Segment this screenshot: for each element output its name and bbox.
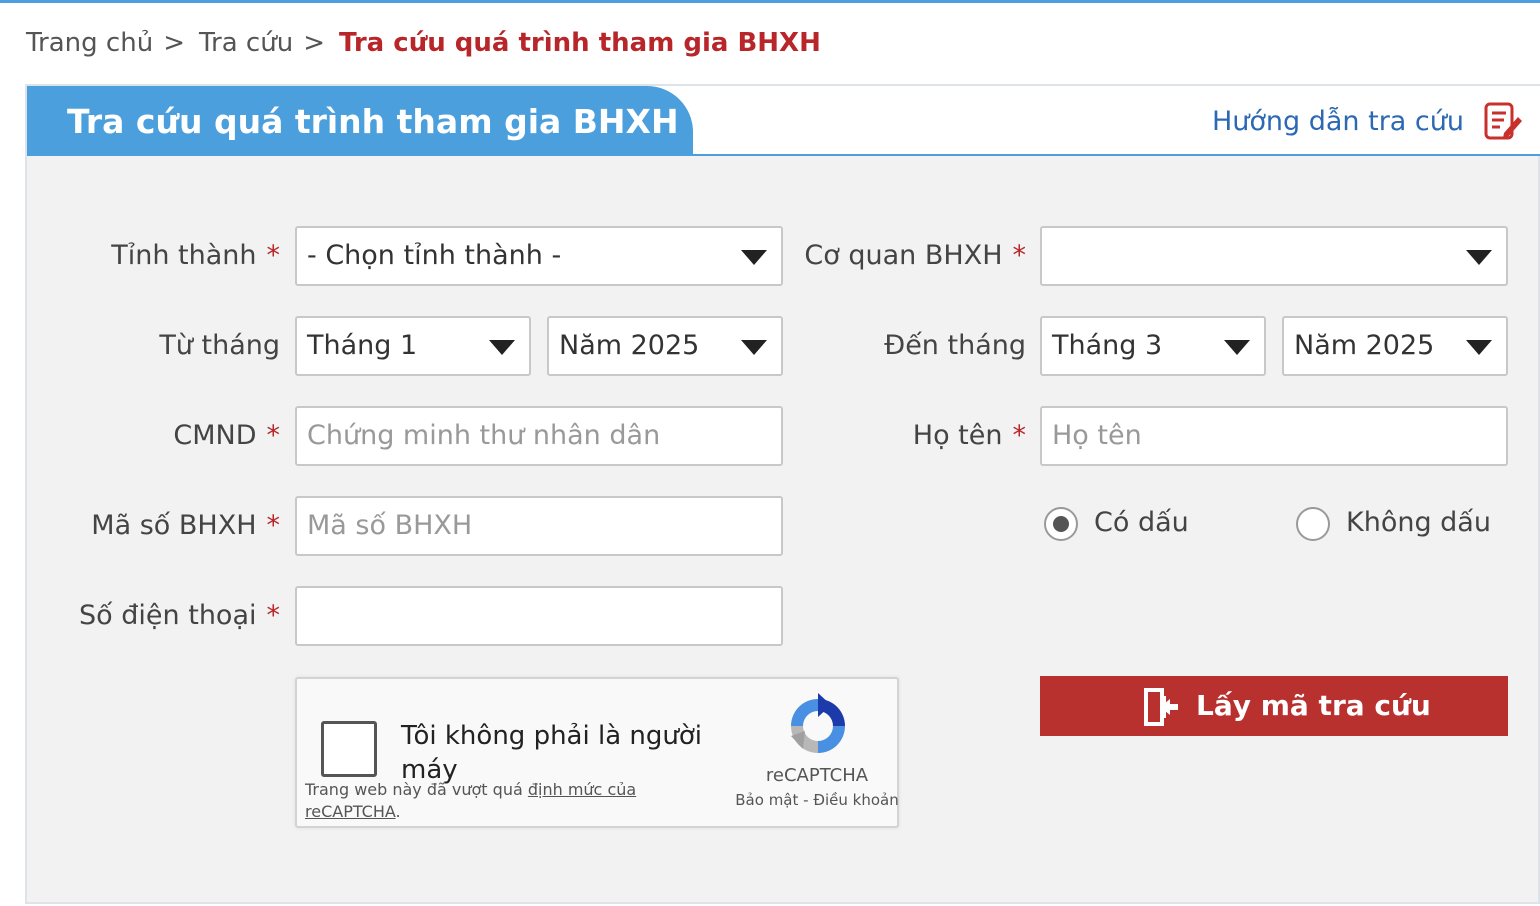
breadcrumb-current: Tra cứu quá trình tham gia BHXH [338, 28, 821, 58]
panel-title: Tra cứu quá trình tham gia BHXH [27, 86, 693, 156]
chevron-down-icon [1466, 340, 1492, 355]
to-month-select[interactable]: Tháng 3 [1040, 316, 1266, 376]
phone-input[interactable] [295, 586, 783, 646]
recaptcha-privacy-link[interactable]: Bảo mật [735, 791, 798, 809]
breadcrumb-lookup[interactable]: Tra cứu [199, 28, 293, 58]
recaptcha-checkbox[interactable] [321, 721, 377, 777]
breadcrumb: Trang chủ > Tra cứu > Tra cứu quá trình … [26, 28, 821, 58]
recaptcha-label: Tôi không phải là người máy [401, 721, 702, 785]
chevron-down-icon [489, 340, 515, 355]
guide-link[interactable]: Hướng dẫn tra cứu [1212, 106, 1464, 137]
chevron-down-icon [1224, 340, 1250, 355]
province-select[interactable]: - Chọn tỉnh thành - [295, 226, 783, 286]
breadcrumb-home[interactable]: Trang chủ [26, 28, 153, 58]
recaptcha-terms: Bảo mật - Điều khoản [735, 791, 899, 809]
edit-note-icon[interactable] [1484, 101, 1522, 141]
from-month-label: Từ tháng [159, 330, 280, 361]
id-card-input[interactable]: Chứng minh thư nhân dân [295, 406, 783, 466]
chevron-down-icon [1466, 250, 1492, 265]
accent-radio-without[interactable] [1296, 507, 1330, 541]
id-card-label: CMND * [173, 420, 280, 451]
breadcrumb-separator: > [163, 28, 185, 58]
from-month-select[interactable]: Tháng 1 [295, 316, 531, 376]
accent-radio-without-label[interactable]: Không dấu [1346, 507, 1491, 538]
social-id-input[interactable]: Mã số BHXH [295, 496, 783, 556]
recaptcha-quota-warning: Trang web này đã vượt quá định mức của r… [305, 780, 637, 821]
full-name-input[interactable]: Họ tên [1040, 406, 1508, 466]
agency-select[interactable] [1040, 226, 1508, 286]
recaptcha-widget: Tôi không phải là người máy Trang web nà… [295, 677, 899, 828]
chevron-down-icon [741, 250, 767, 265]
sign-in-icon [1144, 688, 1178, 726]
from-year-select[interactable]: Năm 2025 [547, 316, 783, 376]
breadcrumb-separator: > [303, 28, 325, 58]
province-label: Tỉnh thành * [111, 240, 280, 271]
agency-label: Cơ quan BHXH * [804, 240, 1026, 271]
full-name-label: Họ tên * [912, 420, 1026, 451]
to-month-label: Đến tháng [884, 330, 1026, 361]
recaptcha-brand: reCAPTCHA [765, 765, 869, 786]
chevron-down-icon [741, 340, 767, 355]
recaptcha-logo-icon [791, 693, 845, 753]
accent-radio-with[interactable] [1044, 507, 1078, 541]
panel-header: Tra cứu quá trình tham gia BHXH Hướng dẫ… [27, 86, 1540, 156]
top-accent-bar [0, 0, 1540, 3]
social-id-label: Mã số BHXH * [91, 510, 280, 541]
get-lookup-code-label: Lấy mã tra cứu [1196, 689, 1431, 722]
phone-label: Số điện thoại * [79, 600, 280, 631]
recaptcha-terms-link[interactable]: Điều khoản [813, 791, 898, 809]
to-year-select[interactable]: Năm 2025 [1282, 316, 1508, 376]
accent-radio-with-label[interactable]: Có dấu [1094, 507, 1189, 538]
get-lookup-code-button[interactable]: Lấy mã tra cứu [1040, 676, 1508, 736]
